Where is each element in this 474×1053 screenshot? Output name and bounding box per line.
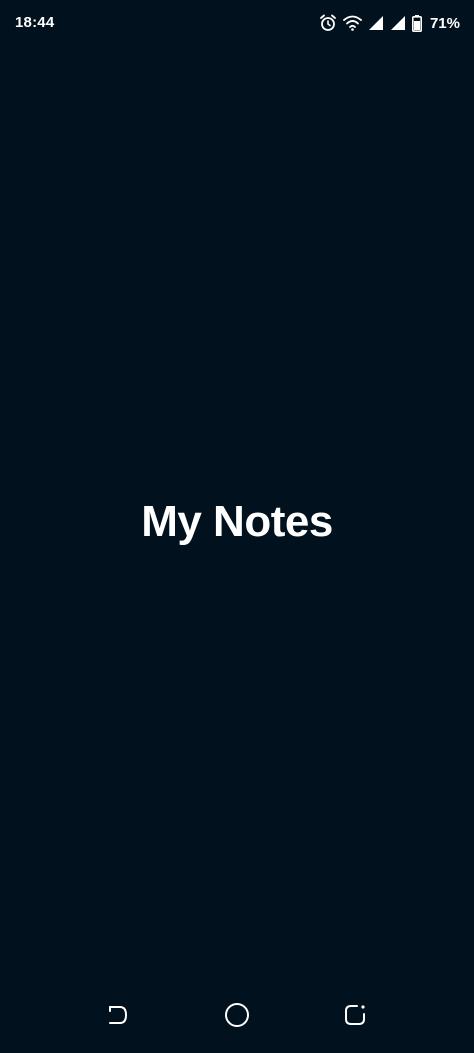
battery-icon (411, 14, 422, 32)
status-bar: 18:44 71% (0, 0, 474, 48)
back-icon (109, 1006, 128, 1024)
home-button[interactable] (219, 997, 255, 1033)
app-title: My Notes (141, 497, 333, 546)
battery-percent: 71% (429, 14, 460, 32)
recents-button[interactable] (337, 997, 373, 1033)
status-time: 18:44 (15, 14, 55, 31)
recents-icon (345, 1005, 365, 1025)
back-button[interactable] (100, 997, 136, 1033)
navigation-bar (0, 989, 474, 1053)
home-icon (225, 1003, 249, 1027)
wifi-icon (343, 15, 362, 31)
alarm-icon (319, 14, 337, 32)
signal-icon (368, 15, 384, 31)
status-icons: 71% (319, 13, 460, 33)
signal-icon (390, 15, 406, 31)
